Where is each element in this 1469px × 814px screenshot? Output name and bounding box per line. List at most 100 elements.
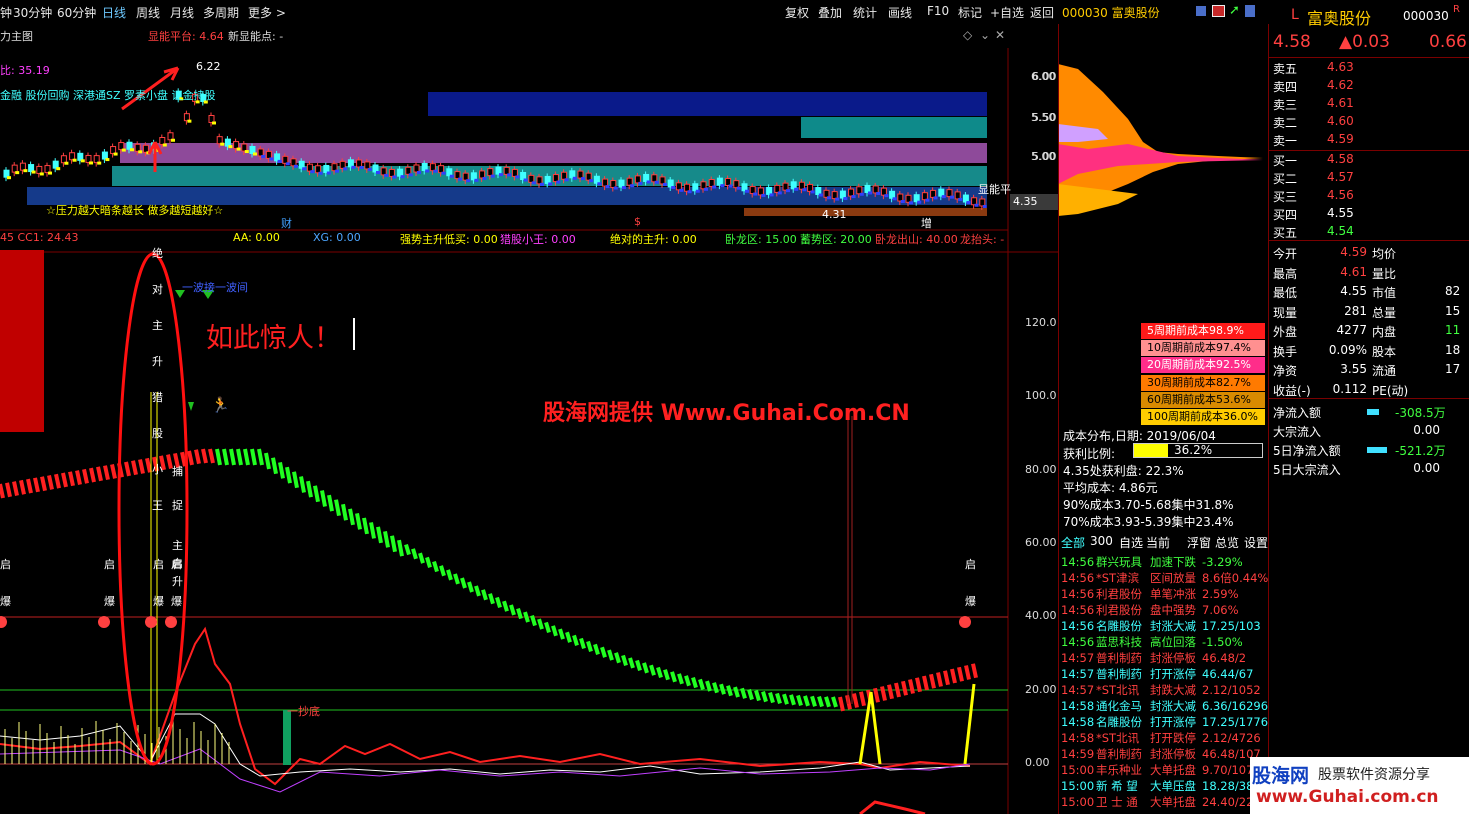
ask-price[interactable]: 4.59: [1327, 132, 1354, 146]
bid-price[interactable]: 4.54: [1327, 224, 1354, 238]
news-stock: 蓝思科技: [1096, 635, 1142, 649]
candle: [183, 113, 190, 122]
indicator-tick: 20.00: [1025, 683, 1057, 696]
low-price-label: 4.31: [822, 208, 847, 221]
trend-tick: [922, 675, 929, 691]
vertical-char: 主: [152, 319, 163, 332]
news-item[interactable]: 15:00 丰乐种业 大单托盘 9.70/107: [1061, 762, 1253, 778]
news-item[interactable]: 14:56 群兴玩具 加速下跌 -3.29%: [1061, 554, 1243, 570]
cost-period-item[interactable]: 5周期前成本98.9%: [1141, 323, 1265, 339]
news-item[interactable]: 14:57 *ST北讯 封跌大减 2.12/1052: [1061, 682, 1261, 698]
candle: [889, 190, 896, 199]
trend-tick: [369, 522, 376, 539]
ma-dot: [326, 171, 331, 175]
news-event: 封涨停板: [1150, 747, 1196, 761]
arrow-icon[interactable]: ➚: [1229, 3, 1240, 18]
trend-tick: [0, 483, 5, 499]
cost-period-item[interactable]: 10周期前成本97.4%: [1141, 340, 1265, 357]
period-tab-multi[interactable]: 多周期: [203, 4, 239, 21]
event-marker-increase[interactable]: 增: [921, 215, 932, 231]
back-button[interactable]: 返回: [1030, 4, 1054, 21]
more-menu[interactable]: 更多 >: [248, 4, 286, 21]
news-item[interactable]: 14:56 蓝思科技 高位回落 -1.50%: [1061, 634, 1243, 650]
news-stock: 群兴玩具: [1096, 555, 1142, 569]
stat-label: 外盘: [1273, 325, 1298, 339]
candle: [487, 168, 494, 177]
news-tab[interactable]: 设置: [1244, 534, 1268, 551]
cost-period-item[interactable]: 20周期前成本92.5%: [1141, 357, 1265, 374]
ask-price[interactable]: 4.62: [1327, 78, 1354, 92]
news-item[interactable]: 14:57 普利制药 打开涨停 46.44/67: [1061, 666, 1253, 682]
pressure-band-6: [744, 208, 987, 216]
ma-dot: [974, 203, 979, 207]
indicator-value-xg: XG: 0.00: [313, 231, 361, 244]
period-tab-minute[interactable]: 钟: [0, 4, 12, 21]
candle: [241, 143, 248, 152]
fq-button[interactable]: 复权: [785, 4, 809, 21]
flag-icon[interactable]: [1212, 5, 1225, 17]
candle: [561, 171, 568, 180]
news-item[interactable]: 14:59 普利制药 封涨停板 46.48/107: [1061, 746, 1261, 762]
news-tab[interactable]: 300: [1090, 534, 1113, 548]
candle: [585, 172, 592, 181]
news-tab[interactable]: 浮窗: [1187, 534, 1211, 551]
trend-tick: [600, 646, 607, 658]
trend-tick: [670, 671, 677, 683]
news-event: 大单托盘: [1150, 763, 1196, 777]
event-marker-finance[interactable]: 财: [281, 215, 292, 231]
news-item[interactable]: 14:56 利君股份 盘中强势 7.06%: [1061, 602, 1239, 618]
period-tab-monthly[interactable]: 月线: [170, 4, 194, 21]
mark-button[interactable]: 标记: [958, 4, 982, 21]
news-item[interactable]: 14:56 名雕股份 封涨大减 17.25/103: [1061, 618, 1261, 634]
bid-price[interactable]: 4.57: [1327, 170, 1354, 184]
period-tab-daily[interactable]: 日线: [102, 4, 126, 21]
candle: [610, 180, 617, 189]
news-value: 24.40/22: [1202, 795, 1254, 809]
news-event: 盘中强势: [1150, 603, 1196, 617]
candle: [552, 174, 559, 183]
ma-dot: [7, 176, 11, 180]
candle: [28, 164, 35, 173]
overlay-button[interactable]: 叠加: [818, 4, 842, 21]
bid-price[interactable]: 4.56: [1327, 188, 1354, 202]
news-item[interactable]: 14:56 利君股份 单笔冲涨 2.59%: [1061, 586, 1239, 602]
period-tab-weekly[interactable]: 周线: [136, 4, 160, 21]
candle: [528, 174, 535, 183]
ask-price[interactable]: 4.63: [1327, 60, 1354, 74]
collapse-icon[interactable]: ⌄: [980, 28, 990, 42]
news-item[interactable]: 14:57 普利制药 封涨停板 46.48/2: [1061, 650, 1246, 666]
ask-price[interactable]: 4.60: [1327, 114, 1354, 128]
news-item[interactable]: 15:00 卫 士 通大单托盘 24.40/22: [1061, 794, 1253, 810]
vertical-char: 升: [152, 355, 163, 368]
cost-period-item[interactable]: 100周期前成本36.0%: [1141, 409, 1265, 425]
news-tab[interactable]: 自选: [1119, 534, 1143, 551]
news-tab[interactable]: 总览: [1215, 534, 1239, 551]
news-value: 46.48/2: [1202, 651, 1247, 665]
cost-period-item[interactable]: 30周期前成本82.7%: [1141, 374, 1265, 391]
news-item[interactable]: 14:56 *ST津滨 区间放量 8.6倍0.44%: [1061, 570, 1268, 586]
news-item[interactable]: 14:58 通化金马 封涨大减 6.36/16296: [1061, 698, 1268, 714]
period-tab-30min[interactable]: 30分钟: [13, 4, 52, 21]
settings-icon[interactable]: ◇: [963, 28, 972, 42]
draw-button[interactable]: 画线: [888, 4, 912, 21]
ma-dot: [941, 195, 946, 199]
news-tab[interactable]: 当前: [1146, 534, 1170, 551]
stats-button[interactable]: 统计: [853, 4, 877, 21]
ask-price[interactable]: 4.61: [1327, 96, 1354, 110]
ma-dot: [835, 197, 840, 201]
grid-icon[interactable]: [1245, 5, 1255, 17]
news-item[interactable]: 14:58 *ST北讯 打开跌停 2.12/4726: [1061, 730, 1261, 746]
news-item[interactable]: 14:58 名雕股份 打开涨停 17.25/1776: [1061, 714, 1268, 730]
bid-price[interactable]: 4.55: [1327, 206, 1354, 220]
cost-period-item[interactable]: 60周期前成本53.6%: [1141, 391, 1265, 408]
period-tab-60min[interactable]: 60分钟: [57, 4, 96, 21]
f10-button[interactable]: F10: [927, 4, 949, 18]
news-item[interactable]: 15:00 新 希 望大单压盘 18.28/38: [1061, 778, 1253, 794]
chart-type-icon[interactable]: [1196, 6, 1206, 16]
news-tab[interactable]: 全部: [1061, 534, 1085, 551]
news-value: 17.25/1776: [1202, 715, 1269, 729]
close-icon[interactable]: ✕: [995, 28, 1005, 42]
event-marker-dividend[interactable]: $: [634, 215, 641, 228]
add-favorite-button[interactable]: +自选: [990, 4, 1024, 21]
bid-price[interactable]: 4.58: [1327, 152, 1354, 166]
